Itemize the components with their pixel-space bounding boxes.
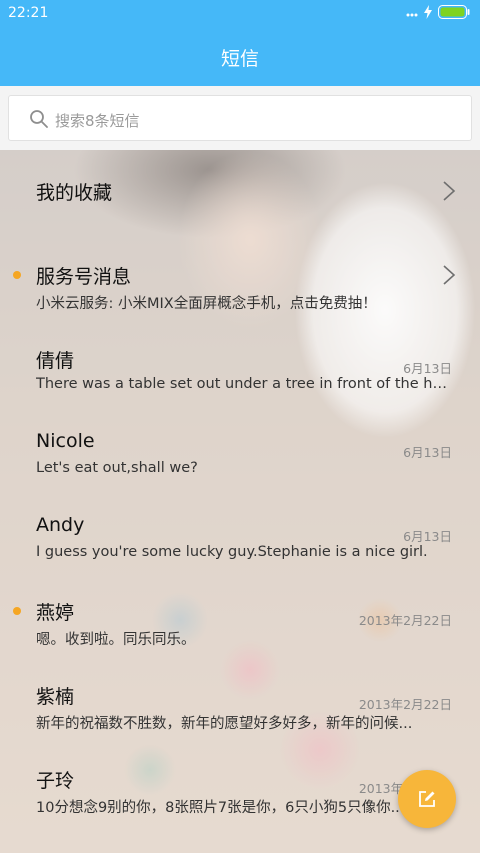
conversation-date: 2013年2月22日 (358, 697, 452, 712)
unread-dot (13, 271, 21, 279)
unread-dot (13, 607, 21, 615)
conversation-name: 我的收藏 (36, 182, 113, 204)
list-item[interactable]: 紫楠 2013年2月22日 新年的祝福数不胜数，新年的愿望好多好多，新年的问候.… (0, 654, 480, 738)
battery-icon (438, 5, 470, 23)
conversation-preview: There was a table set out under a tree i… (36, 376, 450, 392)
search-icon (29, 109, 49, 129)
list-item[interactable]: 燕婷 2013年2月22日 嗯。收到啦。同乐同乐。 (0, 570, 480, 654)
top-bar: 22:21 短信 (0, 0, 480, 86)
conversation-name: 服务号消息 (36, 266, 132, 288)
search-area: 搜索8条短信 (0, 86, 480, 150)
list-item-favorites[interactable]: 我的收藏 (0, 150, 480, 234)
conversation-preview: 小米云服务: 小米MIX全面屏概念手机，点击免费抽！ (36, 296, 377, 312)
conversation-name: 子玲 (36, 770, 75, 792)
conversation-name: 紫楠 (36, 686, 75, 708)
charging-icon (424, 5, 432, 23)
conversation-name: Nicole (36, 430, 95, 452)
conversation-list: 我的收藏 服务号消息 小米云服务: 小米MIX全面屏概念手机，点击免费抽！ 倩倩… (0, 150, 480, 853)
list-item[interactable]: Andy 6月13日 I guess you're some lucky guy… (0, 486, 480, 570)
conversation-date: 6月13日 (403, 445, 452, 460)
conversation-date: 6月13日 (403, 529, 452, 544)
conversation-date: 6月13日 (403, 361, 452, 376)
conversation-name: Andy (36, 514, 85, 536)
search-placeholder: 搜索8条短信 (55, 112, 140, 130)
conversation-date: 2013年2月22日 (358, 613, 452, 628)
signal-dots-icon (406, 6, 418, 22)
conversation-preview: Let's eat out,shall we? (36, 460, 198, 476)
chevron-right-icon (442, 264, 456, 286)
status-bar: 22:21 (0, 0, 480, 28)
status-time: 22:21 (8, 5, 49, 21)
conversation-preview: 新年的祝福数不胜数，新年的愿望好多好多，新年的问候... (36, 716, 413, 732)
conversation-preview: I guess you're some lucky guy.Stephanie … (36, 544, 428, 560)
status-icons (406, 5, 470, 23)
list-item[interactable]: 倩倩 6月13日 There was a table set out under… (0, 318, 480, 402)
list-item[interactable]: Nicole 6月13日 Let's eat out,shall we? (0, 402, 480, 486)
chevron-right-icon (442, 180, 456, 202)
search-input[interactable]: 搜索8条短信 (8, 95, 472, 141)
list-item-service-messages[interactable]: 服务号消息 小米云服务: 小米MIX全面屏概念手机，点击免费抽！ (0, 234, 480, 318)
conversation-name: 燕婷 (36, 602, 75, 624)
page-title: 短信 (220, 48, 259, 70)
compose-button[interactable] (398, 770, 456, 828)
compose-icon (419, 791, 435, 807)
conversation-name: 倩倩 (36, 350, 75, 372)
conversation-preview: 10分想念9别的你，8张照片7张是你，6只小狗5只像你... (36, 800, 405, 816)
conversation-preview: 嗯。收到啦。同乐同乐。 (36, 632, 196, 648)
